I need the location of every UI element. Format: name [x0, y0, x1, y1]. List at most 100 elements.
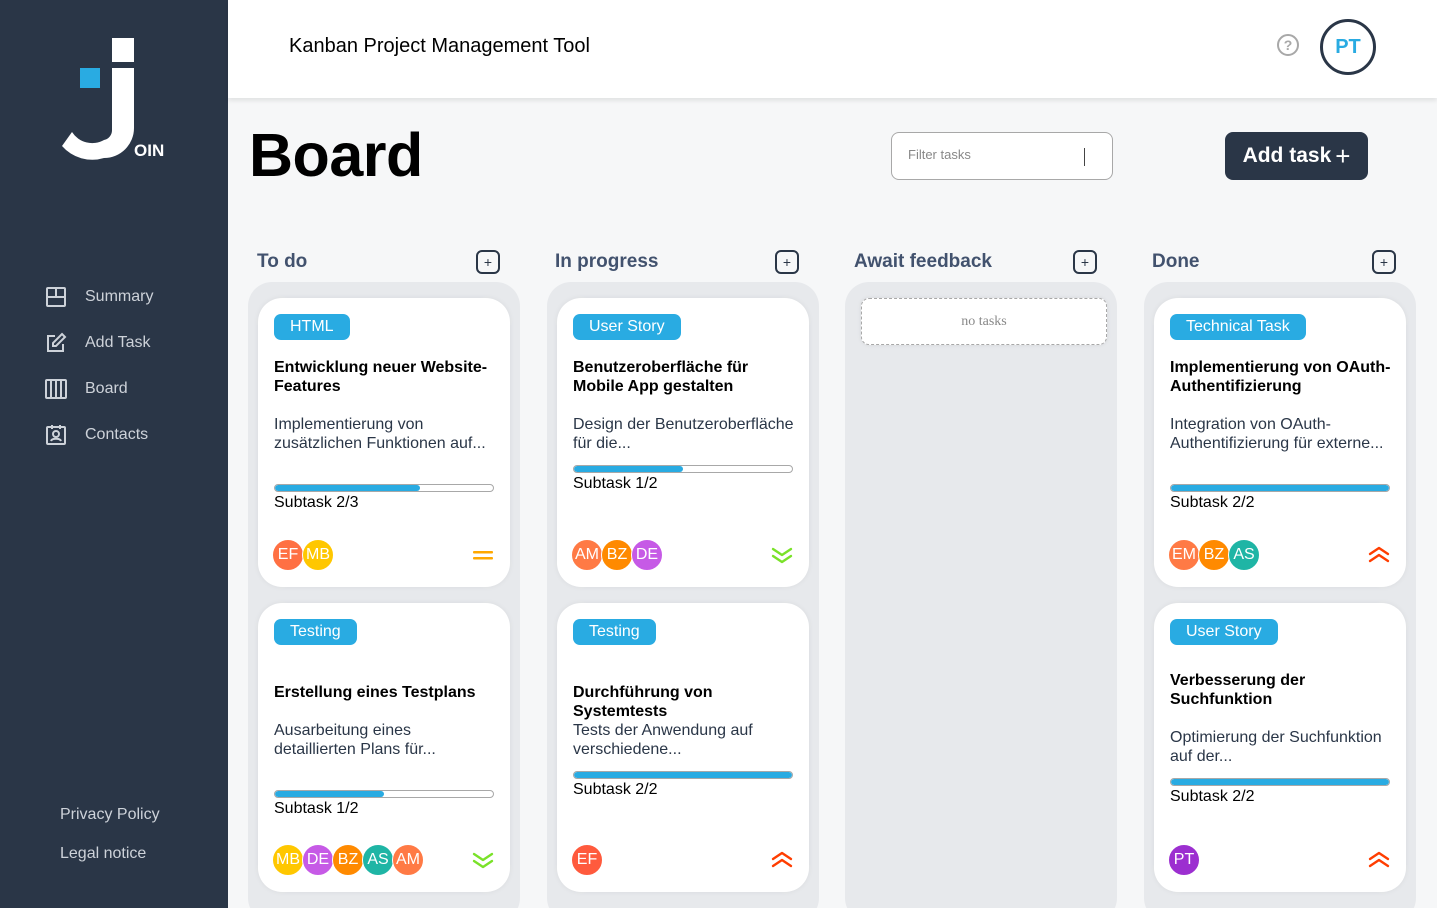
- task-title: Benutzeroberfläche für Mobile App gestal…: [573, 359, 749, 395]
- assignee-avatar: MB: [302, 539, 334, 571]
- assignee-list: EF MB: [272, 539, 334, 571]
- sidebar-item-label: Summary: [85, 288, 154, 305]
- priority-medium-icon: [472, 546, 494, 564]
- task-title: Implementierung von OAuth-Authentifizier…: [1170, 359, 1391, 395]
- sidebar-item-summary[interactable]: Summary: [44, 274, 153, 320]
- user-avatar[interactable]: PT: [1320, 19, 1376, 75]
- column-header-await-feedback: Await feedback +: [854, 250, 1097, 274]
- assignee-avatar: DE: [302, 844, 334, 876]
- progress-fill: [1171, 485, 1389, 491]
- task-description: Optimierung der Suchfunktion auf der...: [1170, 729, 1382, 765]
- subtask-progress-bar: [1170, 778, 1390, 786]
- task-description: Design der Benutzeroberfläche für die...: [573, 416, 794, 452]
- subtask-progress-bar: [1170, 484, 1390, 492]
- add-task-label: Add task: [1242, 144, 1332, 167]
- add-task-button[interactable]: Add task +: [1225, 132, 1368, 180]
- filter-box: [891, 132, 1113, 180]
- task-card[interactable]: HTML Entwicklung neuer Website-Features Im…: [258, 298, 510, 587]
- assignee-avatar: AS: [362, 844, 394, 876]
- category-badge: Testing: [274, 619, 357, 645]
- header-title: Kanban Project Management Tool: [289, 35, 590, 57]
- priority-low-icon: [771, 546, 793, 564]
- task-card[interactable]: Testing Erstellung eines Testplans Ausarbe…: [258, 603, 510, 892]
- sidebar-item-board[interactable]: Board: [44, 366, 153, 412]
- subtask-count: Subtask 1/2: [573, 475, 658, 492]
- priority-urgent-icon: [1368, 851, 1390, 869]
- subtask-progress-bar: [274, 484, 494, 492]
- assignee-list: PT: [1168, 844, 1200, 876]
- sidebar-nav: Summary Add Task Board Contacts: [44, 274, 153, 458]
- subtask-progress-bar: [274, 790, 494, 798]
- top-header: Kanban Project Management Tool ? PT: [228, 0, 1437, 98]
- assignee-avatar: BZ: [1198, 539, 1230, 571]
- task-card[interactable]: User Story Verbesserung der Suchfunktion O…: [1154, 603, 1406, 892]
- column-title: In progress: [555, 251, 659, 272]
- privacy-policy-link[interactable]: Privacy Policy: [60, 803, 160, 842]
- sidebar-item-label: Add Task: [85, 334, 151, 351]
- svg-text:OIN: OIN: [134, 141, 164, 160]
- sidebar-item-add-task[interactable]: Add Task: [44, 320, 153, 366]
- progress-fill: [574, 466, 683, 472]
- sidebar-item-contacts[interactable]: Contacts: [44, 412, 153, 458]
- assignee-list: AM BZ DE: [571, 539, 663, 571]
- assignee-avatar: AM: [571, 539, 603, 571]
- category-badge: Testing: [573, 619, 656, 645]
- contacts-icon: [44, 423, 68, 447]
- task-title: Verbesserung der Suchfunktion: [1170, 672, 1306, 708]
- assignee-avatar: MB: [272, 844, 304, 876]
- progress-fill: [574, 772, 792, 778]
- assignee-avatar: PT: [1168, 844, 1200, 876]
- task-title: Durchführung von Systemtests: [573, 684, 713, 720]
- column-title: Await feedback: [854, 251, 992, 272]
- subtask-count: Subtask 2/2: [1170, 788, 1255, 805]
- task-card[interactable]: Testing Durchführung von Systemtests Tests…: [557, 603, 809, 892]
- task-title: Erstellung eines Testplans: [274, 684, 476, 701]
- assignee-list: EF: [571, 844, 603, 876]
- help-icon[interactable]: ?: [1277, 34, 1299, 56]
- add-to-column-button[interactable]: +: [476, 250, 500, 274]
- legal-links: Privacy Policy Legal notice: [60, 803, 160, 881]
- task-description: Tests der Anwendung auf verschiedene...: [573, 722, 753, 758]
- sidebar-item-label: Board: [85, 380, 128, 397]
- progress-fill: [275, 485, 421, 491]
- sidebar: OIN Summary Add Task Board Contacts Priv…: [0, 0, 228, 908]
- column-await-feedback: [845, 282, 1117, 908]
- plus-icon: +: [1335, 141, 1351, 171]
- no-tasks-placeholder: no tasks: [861, 298, 1107, 345]
- assignee-avatar: EF: [571, 844, 603, 876]
- column-header-done: Done +: [1152, 250, 1396, 274]
- progress-fill: [1171, 779, 1389, 785]
- assignee-list: MB DE BZ AS AM: [272, 844, 424, 876]
- subtask-count: Subtask 1/2: [274, 800, 359, 817]
- assignee-avatar: BZ: [601, 539, 633, 571]
- task-description: Ausarbeitung eines detaillierten Plans f…: [274, 722, 436, 758]
- column-header-in-progress: In progress +: [555, 250, 799, 274]
- subtask-count: Subtask 2/2: [1170, 494, 1255, 511]
- summary-icon: [44, 285, 68, 309]
- subtask-count: Subtask 2/2: [573, 781, 658, 798]
- assignee-avatar: AM: [392, 844, 424, 876]
- priority-urgent-icon: [771, 851, 793, 869]
- assignee-list: EM BZ AS: [1168, 539, 1260, 571]
- subtask-count: Subtask 2/3: [274, 494, 359, 511]
- priority-urgent-icon: [1368, 546, 1390, 564]
- assignee-avatar: EM: [1168, 539, 1200, 571]
- assignee-avatar: EF: [272, 539, 304, 571]
- column-header-todo: To do +: [257, 250, 500, 274]
- add-to-column-button[interactable]: +: [775, 250, 799, 274]
- add-to-column-button[interactable]: +: [1372, 250, 1396, 274]
- category-badge: User Story: [573, 314, 681, 340]
- task-card[interactable]: User Story Benutzeroberfläche für Mobile …: [557, 298, 809, 587]
- assignee-avatar: AS: [1228, 539, 1260, 571]
- add-to-column-button[interactable]: +: [1073, 250, 1097, 274]
- column-title: To do: [257, 251, 308, 272]
- subtask-progress-bar: [573, 771, 793, 779]
- subtask-progress-bar: [573, 465, 793, 473]
- task-description: Integration von OAuth-Authentifizierung …: [1170, 416, 1384, 452]
- category-badge: User Story: [1170, 619, 1278, 645]
- filter-input[interactable]: [908, 147, 1068, 162]
- task-card[interactable]: Technical Task Implementierung von OAuth-…: [1154, 298, 1406, 587]
- legal-notice-link[interactable]: Legal notice: [60, 842, 160, 881]
- join-logo[interactable]: OIN: [60, 36, 170, 166]
- edit-icon: [44, 331, 68, 355]
